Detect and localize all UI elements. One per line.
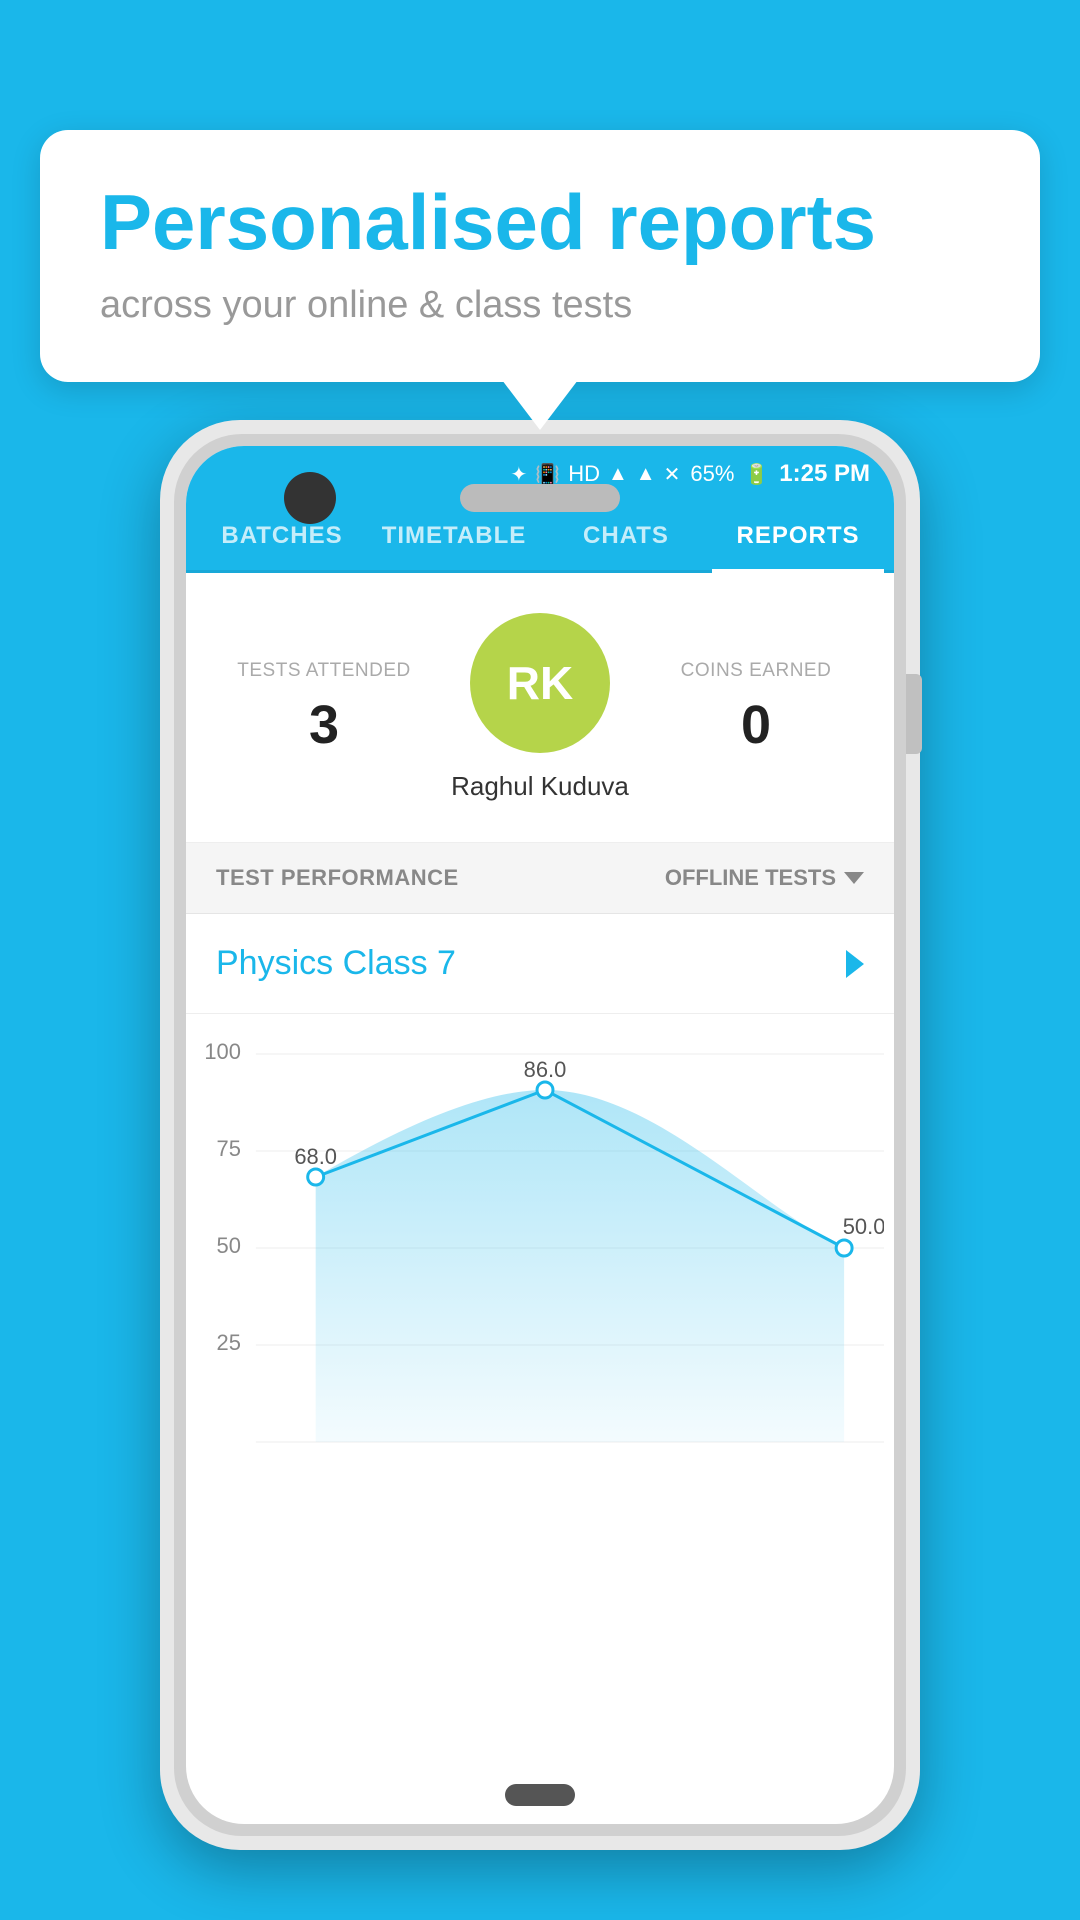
battery-icon: 🔋 <box>744 462 769 487</box>
bluetooth-icon: ✦ <box>511 462 528 487</box>
phone-home-button <box>505 1784 575 1806</box>
class-row[interactable]: Physics Class 7 <box>186 914 894 1014</box>
vibrate-icon: 📳 <box>535 462 560 487</box>
coins-earned-label: COINS EARNED <box>648 660 864 682</box>
chart-area: 100 75 50 25 <box>186 1014 894 1494</box>
svg-text:25: 25 <box>217 1330 241 1355</box>
tests-attended-value: 3 <box>216 694 432 756</box>
wifi-icon: ▲ <box>608 463 628 486</box>
svg-text:50.0: 50.0 <box>843 1214 884 1239</box>
tooltip-card: Personalised reports across your online … <box>40 130 1040 382</box>
tooltip-title: Personalised reports <box>100 180 980 266</box>
coins-earned-box: COINS EARNED 0 <box>648 660 864 756</box>
phone-side-button <box>906 674 922 754</box>
signal-icon: ▲ <box>636 463 656 486</box>
no-sim-icon: ✕ <box>664 462 681 487</box>
phone-wrapper: ✦ 📳 HD ▲ ▲ ✕ 65% 🔋 1:25 PM <box>160 420 920 1850</box>
chevron-down-icon <box>844 872 864 884</box>
chevron-right-icon <box>846 950 864 978</box>
phone-outer: ✦ 📳 HD ▲ ▲ ✕ 65% 🔋 1:25 PM <box>160 420 920 1850</box>
tests-attended-label: TESTS ATTENDED <box>216 660 432 682</box>
tooltip-subtitle: across your online & class tests <box>100 284 980 327</box>
user-name: Raghul Kuduva <box>451 771 629 802</box>
status-time: 1:25 PM <box>779 460 870 488</box>
tab-reports[interactable]: REPORTS <box>712 502 884 570</box>
section-label: TEST PERFORMANCE <box>216 865 459 891</box>
phone-camera <box>284 472 336 524</box>
tab-timetable[interactable]: TIMETABLE <box>368 502 540 570</box>
tab-batches[interactable]: BATCHES <box>196 502 368 570</box>
phone-speaker <box>460 484 620 512</box>
svg-text:50: 50 <box>217 1233 241 1258</box>
tab-chats[interactable]: CHATS <box>540 502 712 570</box>
filter-button[interactable]: OFFLINE TESTS <box>665 865 864 891</box>
svg-text:86.0: 86.0 <box>524 1057 567 1082</box>
phone-screen: ✦ 📳 HD ▲ ▲ ✕ 65% 🔋 1:25 PM <box>186 446 894 1824</box>
avatar: RK <box>470 613 610 753</box>
coins-earned-value: 0 <box>648 694 864 756</box>
svg-text:75: 75 <box>217 1136 241 1161</box>
performance-chart: 100 75 50 25 <box>206 1034 884 1474</box>
class-name: Physics Class 7 <box>216 944 456 983</box>
battery-percent: 65% <box>690 461 734 487</box>
avatar-wrapper: RK Raghul Kuduva <box>432 613 648 802</box>
phone-inner: ✦ 📳 HD ▲ ▲ ✕ 65% 🔋 1:25 PM <box>174 434 906 1836</box>
svg-text:68.0: 68.0 <box>294 1144 337 1169</box>
profile-section: TESTS ATTENDED 3 RK Raghul Kuduva COINS … <box>186 573 894 843</box>
tests-attended-box: TESTS ATTENDED 3 <box>216 660 432 756</box>
svg-text:100: 100 <box>206 1039 241 1064</box>
section-header: TEST PERFORMANCE OFFLINE TESTS <box>186 843 894 914</box>
